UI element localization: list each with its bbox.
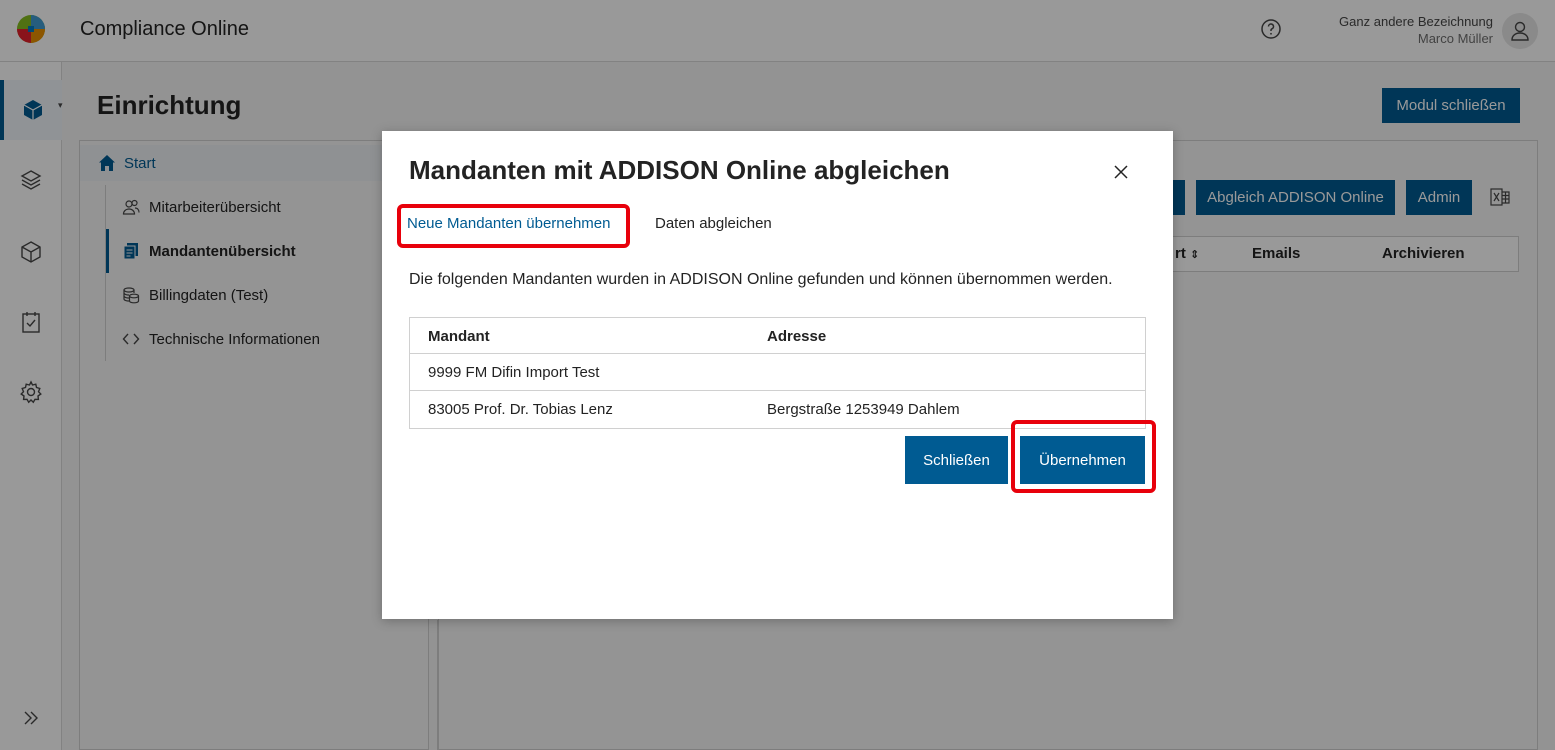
tab-daten-abgleichen[interactable]: Daten abgleichen — [655, 215, 772, 232]
dialog-description: Die folgenden Mandanten wurden in ADDISO… — [409, 271, 1113, 288]
addison-sync-dialog: Mandanten mit ADDISON Online abgleichen … — [382, 131, 1173, 619]
cell-mandant: 9999 FM Difin Import Test — [428, 364, 600, 381]
highlight-box — [1011, 420, 1156, 493]
dialog-title: Mandanten mit ADDISON Online abgleichen — [409, 155, 950, 185]
cell-adresse: Bergstraße 1253949 Dahlem — [767, 401, 960, 418]
table-row[interactable]: 9999 FM Difin Import Test — [410, 354, 1145, 391]
close-icon[interactable] — [1113, 164, 1129, 180]
column-header-adresse: Adresse — [767, 328, 827, 345]
close-button[interactable]: Schließen — [905, 436, 1008, 484]
highlight-box — [397, 204, 630, 248]
column-header-mandant: Mandant — [428, 328, 490, 345]
table-header-row: Mandant Adresse — [410, 318, 1145, 354]
cell-mandant: 83005 Prof. Dr. Tobias Lenz — [428, 401, 613, 418]
mandanten-table: Mandant Adresse 9999 FM Difin Import Tes… — [409, 317, 1146, 429]
